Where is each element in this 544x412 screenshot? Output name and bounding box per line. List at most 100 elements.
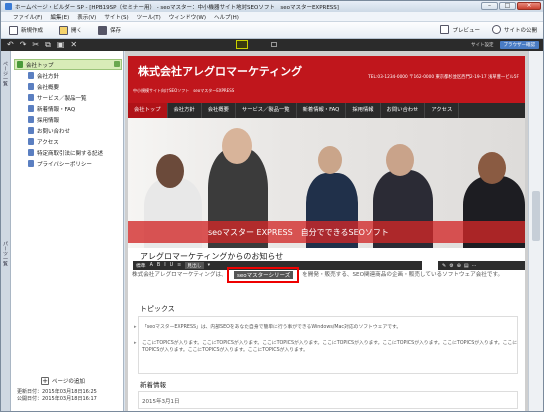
plus-icon: + bbox=[41, 377, 49, 385]
highlight-box: seoマスターシリーズ bbox=[227, 267, 299, 283]
desktop-view-icon[interactable] bbox=[236, 40, 248, 49]
new-button[interactable]: 新規作成 bbox=[9, 25, 44, 35]
page-dates: 更新日付：2015年03月18日16:25 公開日付：2015年03月18日16… bbox=[17, 389, 97, 403]
tree-item-label: 会社概要 bbox=[37, 84, 60, 91]
nav-item[interactable]: サービス／製品一覧 bbox=[236, 103, 297, 118]
tree-item[interactable]: 会社概要 bbox=[14, 81, 122, 92]
site-subtitle[interactable]: 中小規模サイト向けSEOソフト seoマスターEXPRESS bbox=[133, 88, 234, 94]
title-bar: ホームページ・ビルダー SP - [HPB19SP（セミナー用） - seoマス… bbox=[1, 1, 543, 12]
window-controls: – □ × bbox=[481, 2, 541, 10]
vertical-scrollbar[interactable] bbox=[528, 51, 543, 411]
maximize-button[interactable]: □ bbox=[499, 2, 516, 10]
nav-item[interactable]: アクセス bbox=[425, 103, 460, 118]
menu-file[interactable]: ファイル(F) bbox=[13, 13, 42, 21]
gear-icon[interactable]: ⚙ bbox=[449, 263, 453, 269]
person-head bbox=[478, 152, 506, 184]
more-icon[interactable]: ⋯ bbox=[472, 263, 477, 269]
style-select[interactable]: 標準 bbox=[136, 262, 146, 269]
tree-item-label: お問い合わせ bbox=[37, 128, 71, 135]
nav-item[interactable]: 採用情報 bbox=[346, 103, 381, 118]
tree-item-label: 会社トップ bbox=[26, 62, 54, 69]
preview-button[interactable]: プレビュー bbox=[440, 25, 480, 34]
tree-item-label: 会社方針 bbox=[37, 73, 60, 80]
news2-heading[interactable]: 新着情報 bbox=[140, 379, 166, 389]
site-header: 株式会社アレグロマーケティング TEL:03-1234-0000 〒162-00… bbox=[128, 56, 525, 104]
site-nav: 会社トップ 会社方針 会社概要 サービス／製品一覧 新着情報・FAQ 採用情報 … bbox=[128, 103, 525, 118]
publish-button[interactable]: サイトの公開 bbox=[491, 25, 537, 34]
tree-item[interactable]: 特定商取引法に関する記述 bbox=[14, 147, 122, 158]
topics-heading[interactable]: トピックス bbox=[140, 304, 175, 314]
tree-item[interactable]: 採用情報 bbox=[14, 114, 122, 125]
tree-item[interactable]: 会社方針 bbox=[14, 70, 122, 81]
main-toolbar: 新規作成 開く 保存 プレビュー サイトの公開 bbox=[1, 22, 543, 39]
align-button[interactable]: ≡ bbox=[177, 263, 181, 268]
menu-edit[interactable]: 編集(E) bbox=[50, 13, 69, 21]
nav-item[interactable]: 会社トップ bbox=[128, 103, 168, 118]
page-list-tab[interactable]: ページ一覧 bbox=[2, 61, 9, 86]
open-button[interactable]: 開く bbox=[59, 25, 82, 35]
news-date[interactable]: 2015年3月1日 bbox=[142, 397, 180, 405]
hero-image[interactable]: seoマスター EXPRESS 自分でできるSEOソフト bbox=[128, 118, 525, 248]
menu-view[interactable]: 表示(V) bbox=[77, 13, 96, 21]
tree-item[interactable]: サービス／製品一覧 bbox=[14, 92, 122, 103]
page-tree: 会社トップ 会社方針 会社概要 サービス／製品一覧 新着情報・FAQ 採用情報 … bbox=[14, 59, 122, 169]
tree-item[interactable]: プライバシーポリシー bbox=[14, 158, 122, 169]
save-button[interactable]: 保存 bbox=[98, 25, 121, 35]
insert-icon[interactable]: ⊕ bbox=[457, 263, 461, 269]
cut-icon[interactable]: ✂ bbox=[32, 41, 39, 49]
close-button[interactable]: × bbox=[517, 2, 541, 10]
selected-text[interactable]: seoマスターシリーズ bbox=[234, 271, 294, 279]
menu-tools[interactable]: ツール(T) bbox=[137, 13, 161, 21]
menu-site[interactable]: サイト(S) bbox=[104, 13, 128, 21]
contact-info[interactable]: TEL:03-1234-0000 〒162-0000 東京都杉並区西門2-19-… bbox=[368, 74, 519, 80]
page-icon bbox=[28, 127, 34, 134]
redo-icon[interactable]: ↷ bbox=[20, 41, 27, 49]
tree-item[interactable]: アクセス bbox=[14, 136, 122, 147]
menu-bar: ファイル(F) 編集(E) 表示(V) サイト(S) ツール(T) ウィンドウ(… bbox=[1, 12, 543, 22]
heading-select[interactable]: 見出し bbox=[185, 262, 204, 269]
delete-icon[interactable]: ✕ bbox=[70, 41, 77, 49]
underline-button[interactable]: U bbox=[170, 263, 174, 268]
nav-item[interactable]: 会社方針 bbox=[168, 103, 202, 118]
mobile-view-icon[interactable] bbox=[271, 42, 277, 47]
company-name[interactable]: 株式会社アレグロマーケティング bbox=[138, 63, 302, 79]
minimize-button[interactable]: – bbox=[481, 2, 498, 10]
new-label: 新規作成 bbox=[21, 28, 44, 34]
updated-date: 更新日付：2015年03月18日16:25 bbox=[17, 389, 97, 395]
nav-item[interactable]: お問い合わせ bbox=[381, 103, 426, 118]
add-page-button[interactable]: + ページの追加 bbox=[41, 377, 85, 385]
intro-text[interactable]: 株式会社アレグロマーケティングは、 を開発・販売する、SEO関連商品の企画・販売… bbox=[132, 271, 524, 279]
tree-item-label: サービス／製品一覧 bbox=[37, 95, 87, 102]
nav-item[interactable]: 会社概要 bbox=[202, 103, 236, 118]
paste-icon[interactable]: ▣ bbox=[57, 41, 65, 49]
font-color-button[interactable]: A bbox=[150, 263, 153, 268]
person-head bbox=[318, 146, 342, 174]
browser-select-button[interactable]: ブラウザー確認 bbox=[499, 41, 539, 49]
bold-button[interactable]: B bbox=[157, 263, 160, 268]
app-icon bbox=[5, 3, 12, 10]
site-settings-button[interactable]: サイト設定 bbox=[471, 42, 494, 48]
parts-list-tab[interactable]: パーツ一覧 bbox=[2, 241, 9, 266]
edit-icon[interactable]: ✎ bbox=[442, 263, 446, 269]
topic-item[interactable]: 「seoマスターEXPRESS」は、内部SEOをあなた自身で簡単に行う事ができる… bbox=[134, 324, 522, 331]
chevron-down-icon[interactable]: ▾ bbox=[208, 263, 210, 268]
menu-help[interactable]: ヘルプ(H) bbox=[214, 13, 239, 21]
person-head bbox=[222, 128, 252, 164]
undo-icon[interactable]: ↶ bbox=[7, 41, 14, 49]
tree-item[interactable]: 新着情報・FAQ bbox=[14, 103, 122, 114]
nav-item[interactable]: 新着情報・FAQ bbox=[297, 103, 347, 118]
tree-item[interactable]: お問い合わせ bbox=[14, 125, 122, 136]
main-content: アレグロマーケティングからのお知らせ 標準 A B I U ≡ 見出し ▾ ✎ … bbox=[128, 248, 525, 411]
copy-icon[interactable]: ⧉ bbox=[45, 41, 51, 49]
scroll-thumb[interactable] bbox=[532, 191, 540, 241]
page-icon bbox=[28, 149, 34, 156]
tree-item-root[interactable]: 会社トップ bbox=[14, 59, 122, 70]
layout-icon[interactable]: ▤ bbox=[464, 263, 469, 269]
published-date: 公開日付：2015年03月18日16:17 bbox=[17, 396, 97, 402]
italic-button[interactable]: I bbox=[164, 263, 165, 268]
menu-window[interactable]: ウィンドウ(W) bbox=[169, 13, 206, 21]
page-settings-icon[interactable] bbox=[114, 61, 120, 67]
globe-icon bbox=[491, 25, 501, 34]
page-canvas: 株式会社アレグロマーケティング TEL:03-1234-0000 〒162-00… bbox=[125, 51, 528, 411]
topic-item[interactable]: ここにTOPICSが入ります。ここにTOPICSが入ります。ここにTOPICSが… bbox=[134, 340, 522, 354]
